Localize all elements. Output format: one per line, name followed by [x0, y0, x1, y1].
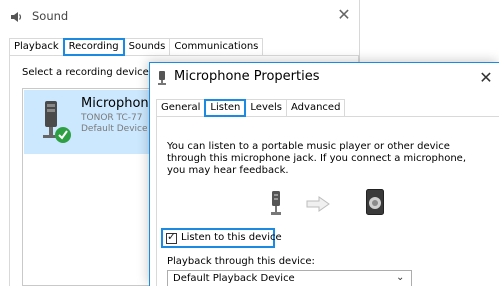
device-model: TONOR TC-77 — [81, 113, 143, 123]
close-icon[interactable]: ✕ — [334, 5, 354, 25]
microphone-icon — [158, 71, 166, 85]
playback-device-value: Default Playback Device — [173, 273, 295, 284]
sound-window-title: Sound — [32, 9, 69, 23]
speaker-icon — [11, 12, 22, 22]
microphone-properties-dialog: Microphone Properties ✕ General Listen L… — [149, 62, 499, 286]
microphone-icon — [271, 191, 281, 215]
tab-communications[interactable]: Communications — [169, 38, 264, 55]
recording-instruction: Select a recording device b — [22, 67, 159, 78]
tab-recording[interactable]: Recording — [62, 38, 125, 56]
tab-listen[interactable]: Listen — [204, 99, 247, 117]
device-row-microphone[interactable]: Microphone TONOR TC-77 Default Device — [24, 90, 159, 154]
chevron-down-icon: ⌄ — [396, 272, 405, 283]
sound-titlebar[interactable]: Sound ✕ — [0, 0, 360, 34]
sound-tab-bar: Playback Recording Sounds Communications — [9, 38, 264, 56]
props-window-title: Microphone Properties — [174, 69, 320, 84]
playback-device-select[interactable]: Default Playback Device ⌄ — [167, 270, 412, 286]
check-icon: ✓ — [167, 230, 177, 243]
listen-description: You can listen to a portable music playe… — [167, 141, 466, 176]
tab-sounds[interactable]: Sounds — [123, 38, 171, 55]
checkbox-box[interactable]: ✓ — [166, 230, 177, 244]
device-status: Default Device — [81, 124, 148, 134]
tab-levels[interactable]: Levels — [245, 99, 288, 116]
tab-general[interactable]: General — [156, 99, 206, 116]
tab-advanced[interactable]: Advanced — [286, 99, 346, 116]
props-titlebar[interactable]: Microphone Properties ✕ — [150, 63, 499, 93]
listen-checkbox-label[interactable]: Listen to this device — [181, 232, 282, 243]
recording-device-list[interactable]: Microphone TONOR TC-77 Default Device — [22, 88, 160, 286]
playback-through-label: Playback through this device: — [167, 256, 315, 267]
device-name: Microphone — [81, 96, 157, 111]
listen-to-this-device-checkbox[interactable]: ✓ Listen to this device — [161, 228, 282, 248]
speaker-icon — [366, 189, 384, 215]
close-icon[interactable]: ✕ — [476, 69, 496, 89]
tab-playback[interactable]: Playback — [9, 38, 64, 55]
arrow-right-icon — [306, 196, 330, 212]
microphone-icon — [43, 101, 71, 143]
